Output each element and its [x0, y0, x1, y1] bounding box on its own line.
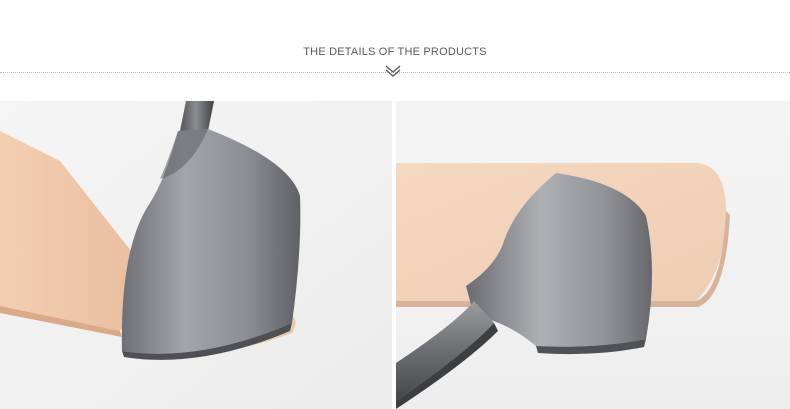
double-chevron-down-icon: [385, 65, 401, 77]
section-title: THE DETAILS OF THE PRODUCTS: [303, 46, 487, 58]
section-header: THE DETAILS OF THE PRODUCTS: [0, 0, 790, 100]
product-photo-right: [396, 101, 790, 409]
product-photo-left: [0, 101, 392, 409]
